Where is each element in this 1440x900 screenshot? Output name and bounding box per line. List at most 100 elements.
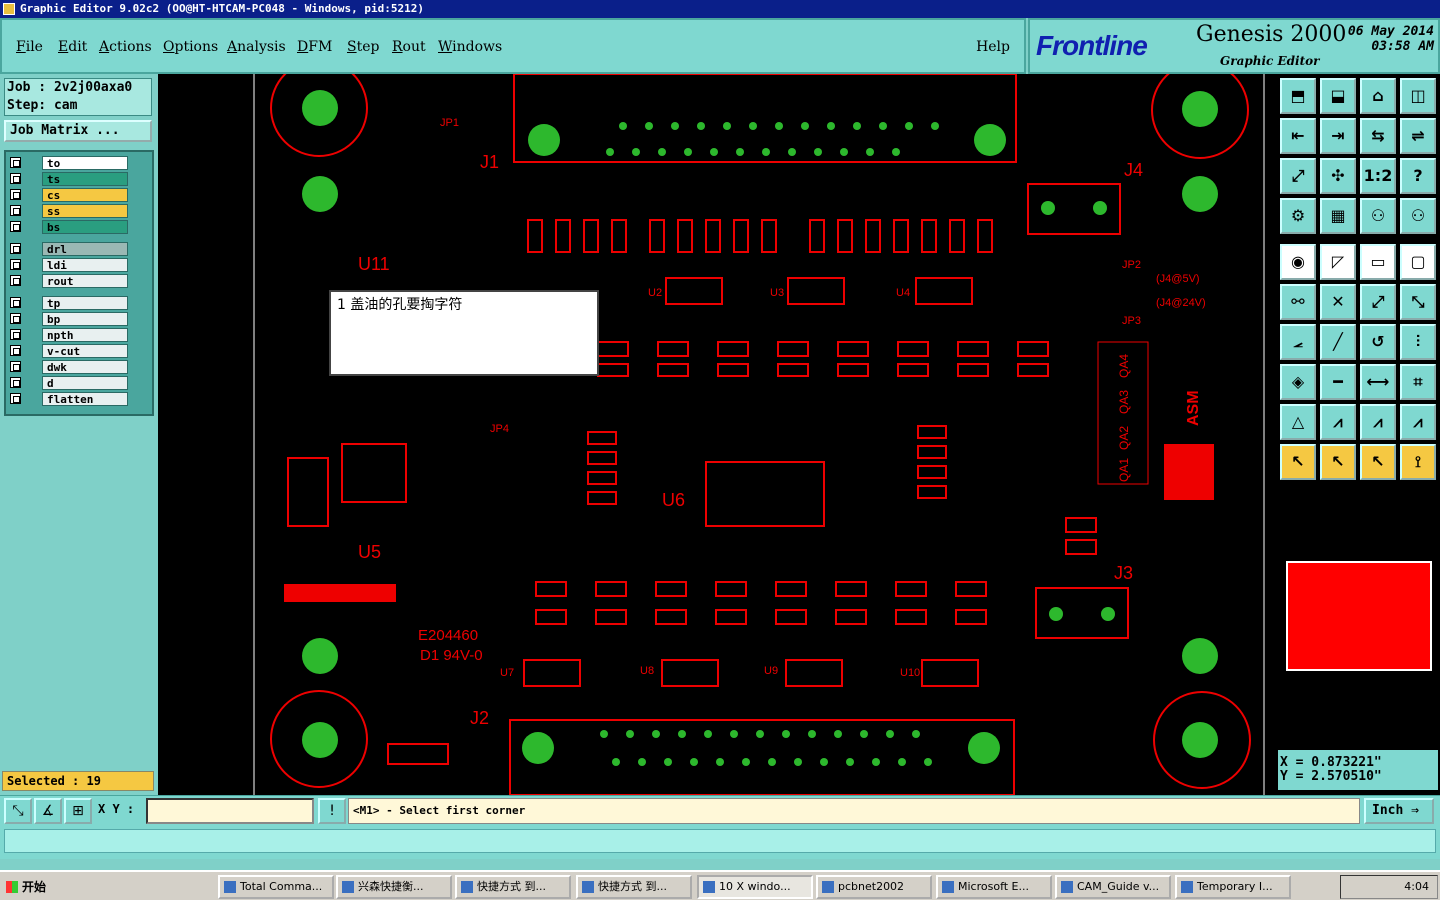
pcb-drawing[interactable]: J1 J2 J3 J4 U5 U6 U11 E204460 D1 94V-0 J… (158, 74, 1276, 795)
layer-name[interactable]: npth (42, 328, 128, 342)
menu-actions[interactable]: Actions (99, 39, 152, 55)
tool-button-23-icon[interactable]: ⤢ (1360, 284, 1396, 320)
xy-input[interactable] (146, 798, 314, 824)
tool-button-6-icon[interactable]: ⇥ (1320, 118, 1356, 154)
tool-button-11-icon[interactable]: 1:2 (1360, 158, 1396, 194)
tool-button-9-icon[interactable]: ⤢ (1280, 158, 1316, 194)
tool-button-37-icon[interactable]: ↖ (1280, 444, 1316, 480)
graphic-canvas[interactable]: J1 J2 J3 J4 U5 U6 U11 E204460 D1 94V-0 J… (158, 74, 1276, 795)
layer-row-bs[interactable]: bs (10, 220, 128, 234)
layer-name[interactable]: ldi (42, 258, 128, 272)
layer-name[interactable]: dwk (42, 360, 128, 374)
tool-button-17-icon[interactable]: ◉ (1280, 244, 1316, 280)
zoom-area-icon[interactable]: ⤡ (4, 798, 32, 824)
layer-row-dwk[interactable]: dwk (10, 360, 128, 374)
units-select[interactable]: Inch ⇒ (1364, 798, 1434, 824)
tool-button-7-icon[interactable]: ⇆ (1360, 118, 1396, 154)
layer-name[interactable]: cs (42, 188, 128, 202)
tool-button-33-icon[interactable]: △ (1280, 404, 1316, 440)
layer-row-bp[interactable]: bp (10, 312, 128, 326)
layer-checkbox[interactable] (10, 157, 21, 168)
layer-name[interactable]: rout (42, 274, 128, 288)
tool-button-28-icon[interactable]: ⫶ (1400, 324, 1436, 360)
layer-row-ss[interactable]: ss (10, 204, 128, 218)
annotation-note[interactable]: 1 盖油的孔要掏字符 (329, 290, 599, 376)
tool-button-35-icon[interactable]: ⩘ (1360, 404, 1396, 440)
taskbar-item[interactable]: 快捷方式 到... (455, 875, 571, 899)
layer-row-ts[interactable]: ts (10, 172, 128, 186)
layer-checkbox[interactable] (10, 221, 21, 232)
tool-button-2-icon[interactable]: ⬓ (1320, 78, 1356, 114)
start-button[interactable]: 开始 (2, 875, 52, 899)
tool-button-39-icon[interactable]: ↖ (1360, 444, 1396, 480)
job-matrix-button[interactable]: Job Matrix ... (4, 120, 152, 142)
tool-button-22-icon[interactable]: ✕ (1320, 284, 1356, 320)
layer-row-ldi[interactable]: ldi (10, 258, 128, 272)
taskbar-item[interactable]: 兴森快捷衡... (336, 875, 452, 899)
taskbar-item[interactable]: pcbnet2002 (816, 875, 932, 899)
measure-icon[interactable]: ∡ (34, 798, 62, 824)
menu-analysis[interactable]: Analysis (227, 39, 286, 55)
layer-name[interactable]: ts (42, 172, 128, 186)
tool-button-30-icon[interactable]: ━ (1320, 364, 1356, 400)
layer-name[interactable]: flatten (42, 392, 128, 406)
layer-name[interactable]: bp (42, 312, 128, 326)
tool-button-27-icon[interactable]: ↺ (1360, 324, 1396, 360)
layer-row-drl[interactable]: drl (10, 242, 128, 256)
tool-button-26-icon[interactable]: ╱ (1320, 324, 1356, 360)
layer-checkbox[interactable] (10, 297, 21, 308)
alert-icon[interactable]: ! (318, 798, 346, 824)
tool-button-25-icon[interactable]: ⦟ (1280, 324, 1316, 360)
layer-row-rout[interactable]: rout (10, 274, 128, 288)
taskbar-item[interactable]: Microsoft E... (936, 875, 1052, 899)
layer-row-d[interactable]: d (10, 376, 128, 390)
layer-checkbox[interactable] (10, 205, 21, 216)
tool-button-18-icon[interactable]: ◸ (1320, 244, 1356, 280)
layer-name[interactable]: v-cut (42, 344, 128, 358)
layer-checkbox[interactable] (10, 189, 21, 200)
tool-button-40-icon[interactable]: ⟟ (1400, 444, 1436, 480)
tool-button-16-icon[interactable]: ⚇ (1400, 198, 1436, 234)
layer-checkbox[interactable] (10, 393, 21, 404)
layer-row-v-cut[interactable]: v-cut (10, 344, 128, 358)
menu-file[interactable]: File (16, 39, 43, 55)
tool-button-13-icon[interactable]: ⚙ (1280, 198, 1316, 234)
tool-button-14-icon[interactable]: ▦ (1320, 198, 1356, 234)
taskbar-item[interactable]: 10 X windo... (697, 875, 813, 899)
tool-button-8-icon[interactable]: ⇌ (1400, 118, 1436, 154)
layer-checkbox[interactable] (10, 259, 21, 270)
layer-name[interactable]: bs (42, 220, 128, 234)
tool-button-38-icon[interactable]: ↖ (1320, 444, 1356, 480)
layer-name[interactable]: to (42, 156, 128, 170)
layer-name[interactable]: tp (42, 296, 128, 310)
tool-button-36-icon[interactable]: ⩘ (1400, 404, 1436, 440)
menu-help[interactable]: Help (976, 39, 1010, 55)
layer-row-npth[interactable]: npth (10, 328, 128, 342)
tool-button-31-icon[interactable]: ⟷ (1360, 364, 1396, 400)
tool-button-29-icon[interactable]: ◈ (1280, 364, 1316, 400)
tool-button-5-icon[interactable]: ⇤ (1280, 118, 1316, 154)
taskbar-item[interactable]: CAM_Guide v... (1055, 875, 1171, 899)
layer-name[interactable]: ss (42, 204, 128, 218)
taskbar-item[interactable]: Temporary I... (1175, 875, 1291, 899)
layer-checkbox[interactable] (10, 313, 21, 324)
tool-button-24-icon[interactable]: ⤡ (1400, 284, 1436, 320)
tool-button-3-icon[interactable]: ⌂ (1360, 78, 1396, 114)
menu-windows[interactable]: Windows (438, 39, 502, 55)
layer-checkbox[interactable] (10, 329, 21, 340)
tool-button-4-icon[interactable]: ◫ (1400, 78, 1436, 114)
layer-checkbox[interactable] (10, 173, 21, 184)
layer-checkbox[interactable] (10, 377, 21, 388)
message-field[interactable] (4, 829, 1436, 853)
layer-name[interactable]: d (42, 376, 128, 390)
tool-button-32-icon[interactable]: ⌗ (1400, 364, 1436, 400)
tool-button-20-icon[interactable]: ▢ (1400, 244, 1436, 280)
layer-row-flatten[interactable]: flatten (10, 392, 128, 406)
layer-row-cs[interactable]: cs (10, 188, 128, 202)
menu-edit[interactable]: Edit (58, 39, 87, 55)
tool-button-1-icon[interactable]: ⬒ (1280, 78, 1316, 114)
layer-checkbox[interactable] (10, 275, 21, 286)
tool-button-19-icon[interactable]: ▭ (1360, 244, 1396, 280)
tool-button-12-icon[interactable]: ? (1400, 158, 1436, 194)
taskbar-item[interactable]: Total Comma... (218, 875, 334, 899)
